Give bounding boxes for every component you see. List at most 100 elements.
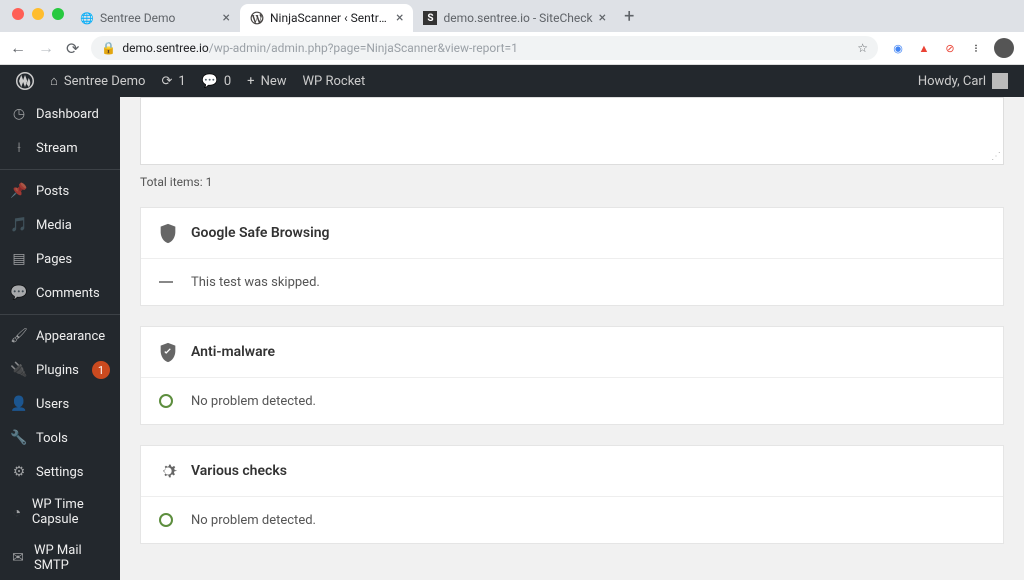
scan-section: Google Safe Browsing This test was skippe… <box>140 207 1004 306</box>
section-message: No problem detected. <box>191 513 316 528</box>
extension-icons: ◉ ▲ ⊘ ⁝ <box>890 38 1014 58</box>
sidebar-item-posts[interactable]: 📌 Posts <box>0 174 120 208</box>
sidebar-label: Tools <box>36 431 68 446</box>
sidebar-item-plugins[interactable]: 🔌Plugins1 <box>0 353 120 387</box>
back-button[interactable]: ← <box>10 38 26 58</box>
stream-icon: ⟊ <box>10 139 28 157</box>
sidebar-item-timecapsule[interactable]: ◔WP Time Capsule <box>0 489 120 535</box>
sidebar-item-mailsmtp[interactable]: ✉ WP Mail SMTP <box>0 535 120 580</box>
close-window-button[interactable] <box>12 8 24 20</box>
sidebar-label: Appearance <box>36 329 105 344</box>
section-message: No problem detected. <box>191 394 316 409</box>
sidebar-item-settings[interactable]: ⚙Settings <box>0 455 120 489</box>
sliders-icon: ⚙ <box>10 463 28 481</box>
report-textarea[interactable]: ⋰ <box>140 97 1004 165</box>
extension-icon[interactable]: ⁝ <box>968 40 984 56</box>
sidebar-label: Posts <box>36 184 69 199</box>
status-skip-icon <box>157 273 175 291</box>
globe-icon: 🌐 <box>80 11 94 25</box>
gear-solid-icon <box>157 460 179 482</box>
url-host: demo.sentree.io <box>122 41 208 55</box>
browser-tab-3[interactable]: S demo.sentree.io - SiteCheck × <box>413 4 616 32</box>
user-avatar <box>992 73 1008 89</box>
section-title: Google Safe Browsing <box>191 225 330 241</box>
sidebar-label: Media <box>36 218 72 233</box>
star-icon[interactable]: ☆ <box>857 41 868 55</box>
status-ok-icon <box>157 392 175 410</box>
main-content: ⋰ Total items: 1 Google Safe Browsing Thi… <box>120 97 1024 580</box>
extension-icon[interactable]: ⊘ <box>942 40 958 56</box>
section-body: This test was skipped. <box>141 258 1003 305</box>
howdy-text: Howdy, Carl <box>918 74 986 89</box>
sidebar-item-comments[interactable]: 💬Comments <box>0 276 120 310</box>
extension-icon[interactable]: ▲ <box>916 40 932 56</box>
comments-count: 0 <box>224 74 231 89</box>
address-bar-row: ← → ⟳ 🔒 demo.sentree.io/wp-admin/admin.p… <box>0 32 1024 64</box>
sidebar-item-pages[interactable]: ▤Pages <box>0 242 120 276</box>
sidebar-item-tools[interactable]: 🔧Tools <box>0 421 120 455</box>
site-name-menu[interactable]: ⌂ Sentree Demo <box>42 65 153 97</box>
scan-section: Anti-malware No problem detected. <box>140 326 1004 425</box>
wp-footer: Thank you for creating with WordPress. V… <box>140 564 1004 580</box>
sidebar-label: Stream <box>36 141 78 156</box>
clock-icon: ◔ <box>10 503 24 521</box>
tab-title: Sentree Demo <box>100 11 175 25</box>
my-account-menu[interactable]: Howdy, Carl <box>910 73 1016 89</box>
site-name: Sentree Demo <box>64 74 146 89</box>
sidebar-label: Dashboard <box>36 107 99 122</box>
reload-button[interactable]: ⟳ <box>66 39 79 58</box>
new-tab-button[interactable]: + <box>616 6 642 27</box>
extension-icon[interactable]: ◉ <box>890 40 906 56</box>
profile-avatar[interactable] <box>994 38 1014 58</box>
lock-icon: 🔒 <box>101 41 116 55</box>
section-title: Anti-malware <box>191 344 275 360</box>
maximize-window-button[interactable] <box>52 8 64 20</box>
sidebar-label: Comments <box>36 286 100 301</box>
section-title: Various checks <box>191 463 287 479</box>
pin-icon: 📌 <box>10 182 28 200</box>
sidebar-label: Plugins <box>36 363 79 378</box>
section-body: No problem detected. <box>141 377 1003 424</box>
comment-icon: 💬 <box>202 74 218 89</box>
resize-handle-icon[interactable]: ⋰ <box>991 151 1001 162</box>
sidebar-label: WP Mail SMTP <box>34 543 110 573</box>
close-tab-icon[interactable]: × <box>396 10 403 26</box>
wordpress-icon <box>250 11 264 25</box>
section-body: No problem detected. <box>141 496 1003 543</box>
section-header: Various checks <box>141 446 1003 496</box>
sidebar-item-dashboard[interactable]: ◷Dashboard <box>0 97 120 131</box>
brush-icon: 🖌 <box>10 327 28 345</box>
url-input[interactable]: 🔒 demo.sentree.io/wp-admin/admin.php?pag… <box>91 36 878 60</box>
sidebar-item-media[interactable]: 🎵 Media <box>0 208 120 242</box>
admin-sidebar: ◷Dashboard ⟊ Stream 📌 Posts 🎵 Media ▤Pages💬Comm… <box>0 97 120 580</box>
sitecheck-icon: S <box>423 11 437 25</box>
url-path: /wp-admin/admin.php?page=NinjaScanner&vi… <box>209 41 518 55</box>
updates-menu[interactable]: ⟳ 1 <box>153 65 193 97</box>
wp-rocket-menu[interactable]: WP Rocket <box>295 65 374 97</box>
update-badge: 1 <box>92 361 110 379</box>
forward-button[interactable]: → <box>38 38 54 58</box>
close-tab-icon[interactable]: × <box>223 10 230 26</box>
window-controls <box>12 8 64 20</box>
media-icon: 🎵 <box>10 216 28 234</box>
browser-tab-2[interactable]: NinjaScanner ‹ Sentree Demo × <box>240 4 413 32</box>
sidebar-item-users[interactable]: 👤 Users <box>0 387 120 421</box>
sidebar-item-stream[interactable]: ⟊ Stream <box>0 131 120 165</box>
updates-count: 1 <box>178 74 185 89</box>
new-content-menu[interactable]: + New <box>239 65 294 97</box>
comments-menu[interactable]: 💬 0 <box>194 65 240 97</box>
user-icon: 👤 <box>10 395 28 413</box>
total-items-label: Total items: <box>140 175 203 189</box>
section-header: Google Safe Browsing <box>141 208 1003 258</box>
tab-title: demo.sentree.io - SiteCheck <box>443 11 592 25</box>
wp-logo-menu[interactable] <box>8 65 42 97</box>
mail-icon: ✉ <box>10 549 26 567</box>
total-items-value: 1 <box>206 175 213 189</box>
browser-tab-1[interactable]: 🌐 Sentree Demo × <box>70 4 240 32</box>
close-tab-icon[interactable]: × <box>599 10 606 26</box>
minimize-window-button[interactable] <box>32 8 44 20</box>
sidebar-label: Users <box>36 397 69 412</box>
wprocket-label: WP Rocket <box>303 74 366 89</box>
home-icon: ⌂ <box>50 73 58 89</box>
sidebar-item-appearance[interactable]: 🖌 Appearance <box>0 319 120 353</box>
